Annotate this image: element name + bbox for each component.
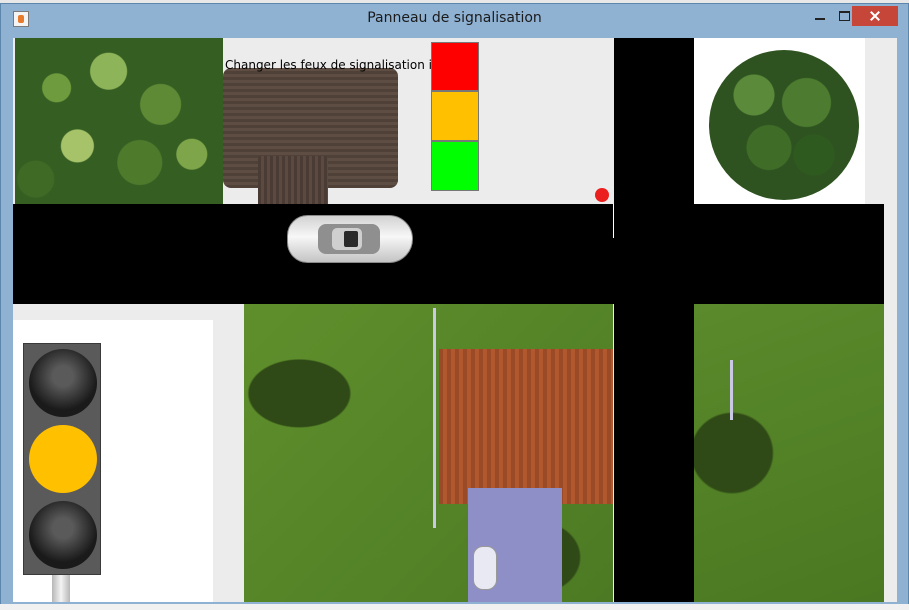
fence-image xyxy=(433,308,436,528)
app-window: Panneau de signalisation Changer les feu… xyxy=(0,3,909,607)
close-button[interactable] xyxy=(852,6,898,26)
vertical-road xyxy=(614,38,694,602)
desktop-bottom-strip xyxy=(0,604,909,610)
red-light-button[interactable] xyxy=(431,42,479,91)
traffic-light-pole xyxy=(52,575,70,602)
orange-roof-building-image xyxy=(439,349,613,504)
horizontal-road xyxy=(13,204,884,304)
car-sprite xyxy=(287,215,413,263)
yellow-light-button[interactable] xyxy=(431,91,479,141)
traffic-light xyxy=(23,343,101,575)
green-light-button[interactable] xyxy=(431,141,479,191)
scene-canvas: Changer les feux de signalisation ici - xyxy=(13,38,897,602)
window-title: Panneau de signalisation xyxy=(367,10,542,26)
lawn-right-image xyxy=(694,304,884,602)
green-lamp xyxy=(29,501,97,569)
forest-image xyxy=(15,38,223,204)
panel-gap xyxy=(213,304,244,602)
fence-right-image xyxy=(730,360,733,420)
title-bar[interactable]: Panneau de signalisation xyxy=(1,4,908,34)
car-sunroof xyxy=(344,231,358,247)
parked-car-image xyxy=(473,546,497,590)
instruction-label: Changer les feux de signalisation ici - xyxy=(225,58,451,72)
red-lamp xyxy=(29,349,97,417)
house-wing-image xyxy=(258,156,328,208)
stop-line xyxy=(613,204,614,238)
tree-image xyxy=(709,50,859,200)
minimize-button[interactable] xyxy=(807,6,833,26)
stop-indicator-dot xyxy=(595,188,609,202)
yellow-lamp xyxy=(29,425,97,493)
